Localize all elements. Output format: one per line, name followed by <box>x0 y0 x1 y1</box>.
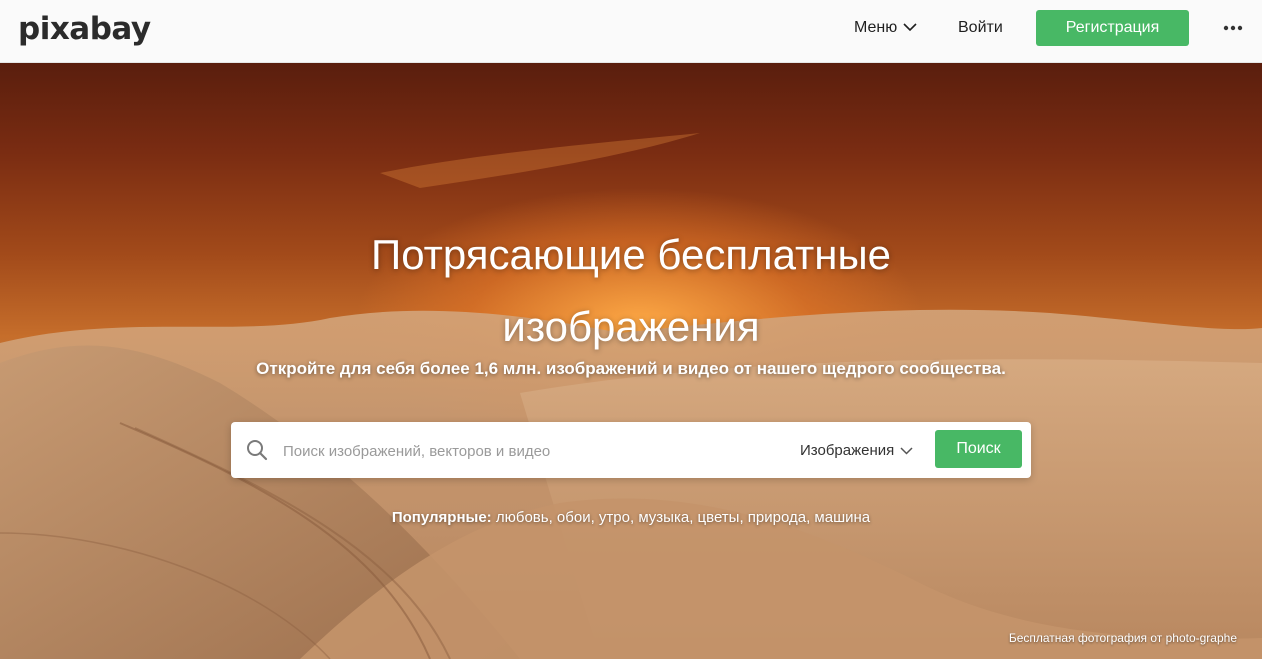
search-type-label: Изображения <box>800 441 895 459</box>
photo-credit-link[interactable]: Бесплатная фотография от photo-graphe <box>1009 631 1237 645</box>
popular-tag-morning[interactable]: утро <box>599 509 630 526</box>
search-icon[interactable] <box>245 438 269 462</box>
popular-tag-music[interactable]: музыка <box>638 509 689 526</box>
popular-tag-flowers[interactable]: цветы <box>698 509 740 526</box>
popular-label: Популярные: <box>391 509 492 526</box>
register-button[interactable]: Регистрация <box>1036 10 1189 46</box>
login-link[interactable]: Войти <box>958 17 1003 39</box>
popular-tag-wallpaper[interactable]: обои <box>557 509 591 526</box>
popular-tag-car[interactable]: машина <box>814 509 870 526</box>
hero-banner: Потрясающие бесплатные изображения Откро… <box>0 63 1262 659</box>
menu-label: Меню <box>854 19 898 36</box>
more-dots-icon[interactable] <box>1220 18 1246 38</box>
popular-tag-love[interactable]: любовь <box>496 509 549 526</box>
top-navigation-bar: pixabay Меню Войти Регистрация <box>0 0 1262 63</box>
search-bar: Изображения Поиск <box>231 422 1031 478</box>
hero-title: Потрясающие бесплатные изображения <box>231 219 1031 363</box>
search-type-dropdown[interactable]: Изображения <box>800 436 913 464</box>
chevron-down-icon <box>900 442 913 459</box>
hero-title-line1: Потрясающие бесплатные <box>371 231 891 278</box>
hero-title-line2: изображения <box>502 303 760 350</box>
chevron-down-icon <box>903 19 917 37</box>
search-button[interactable]: Поиск <box>935 430 1022 468</box>
pixabay-logo[interactable]: pixabay <box>18 6 151 52</box>
popular-searches: Популярные: любовь, обои, утро, музыка, … <box>391 509 871 526</box>
menu-dropdown[interactable]: Меню <box>854 17 917 39</box>
popular-tag-nature[interactable]: природа <box>748 509 806 526</box>
search-input[interactable] <box>281 436 775 466</box>
hero-subtitle: Откройте для себя более 1,6 млн. изображ… <box>256 359 1006 378</box>
